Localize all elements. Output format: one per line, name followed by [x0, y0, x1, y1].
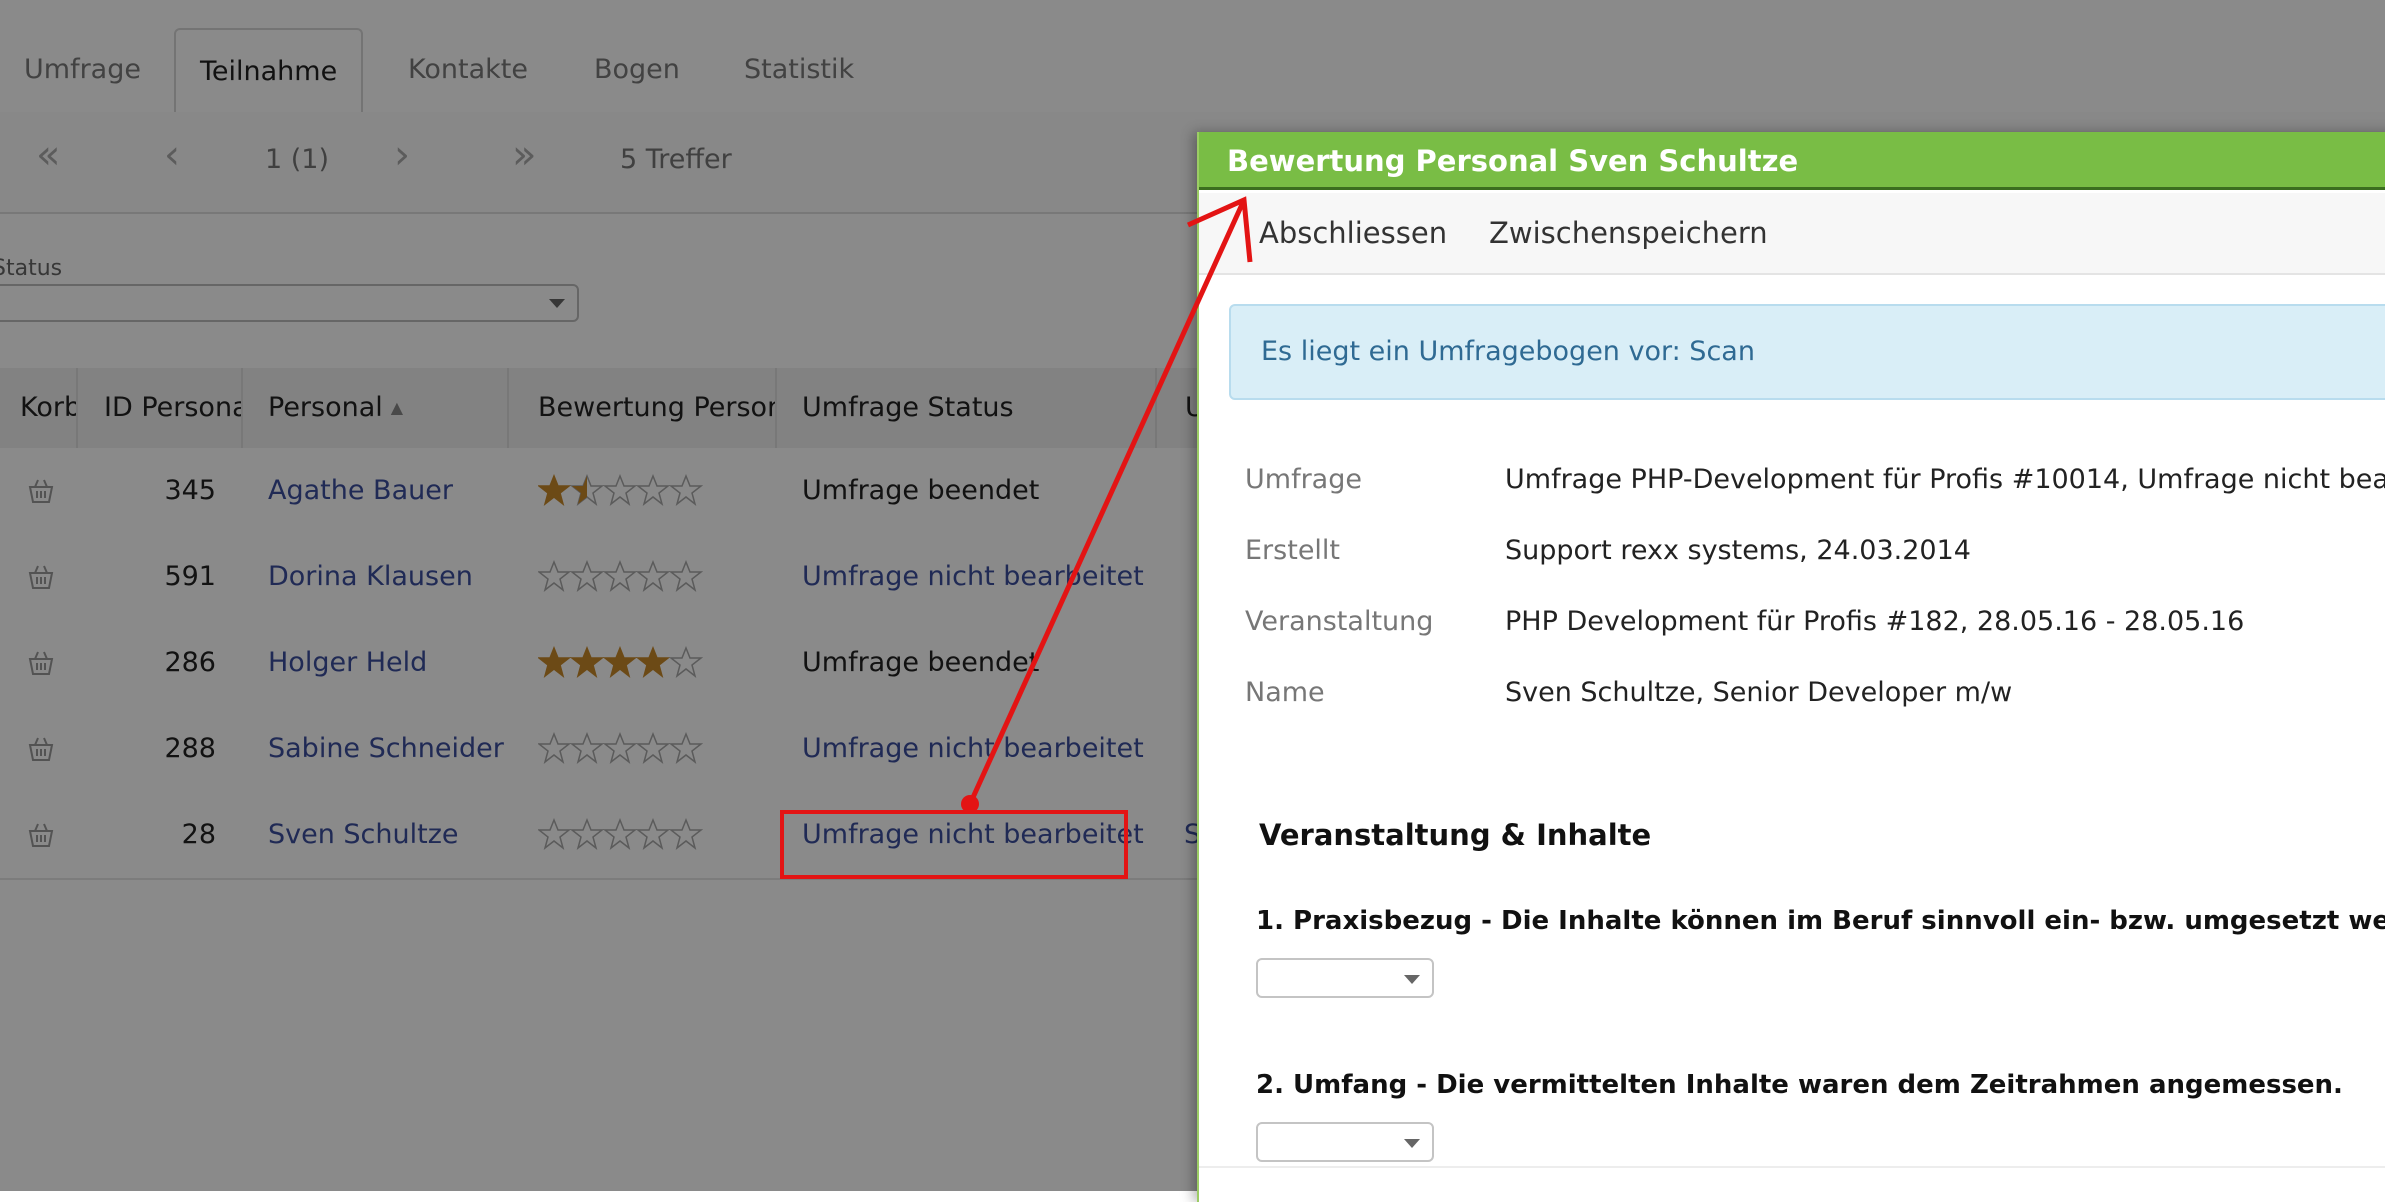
- field-value-erstellt: Support rexx systems, 24.03.2014: [1505, 535, 1971, 566]
- caret-down-icon: [1404, 975, 1420, 984]
- question-2-select[interactable]: [1256, 1122, 1434, 1162]
- field-value-veranstaltung: PHP Development für Profis #182, 28.05.1…: [1505, 606, 2245, 637]
- annotation-highlight-box: [780, 810, 1128, 879]
- question-1-select[interactable]: [1256, 958, 1434, 998]
- question-2-text: 2. Umfang - Die vermittelten Inhalte war…: [1256, 1070, 2343, 1100]
- dialog-toolbar: Abschliessen Zwischenspeichern: [1199, 193, 2385, 275]
- field-value-umfrage: Umfrage PHP-Development für Profis #1001…: [1505, 464, 2385, 495]
- divider: [1199, 1166, 2385, 1168]
- info-box: Es liegt ein Umfragebogen vor: Scan: [1229, 304, 2385, 400]
- rating-dialog: Bewertung Personal Sven Schultze Abschli…: [1197, 132, 2385, 1202]
- finish-button[interactable]: Abschliessen: [1259, 193, 1447, 273]
- field-value-name: Sven Schultze, Senior Developer m/w: [1505, 677, 2013, 708]
- field-label-name: Name: [1245, 677, 1325, 708]
- field-label-umfrage: Umfrage: [1245, 464, 1362, 495]
- section-title: Veranstaltung & Inhalte: [1259, 818, 1652, 852]
- dialog-title: Bewertung Personal Sven Schultze: [1199, 132, 2385, 190]
- field-label-erstellt: Erstellt: [1245, 535, 1341, 566]
- save-draft-button[interactable]: Zwischenspeichern: [1489, 193, 1768, 273]
- question-1-text: 1. Praxisbezug - Die Inhalte können im B…: [1256, 906, 2385, 936]
- caret-down-icon: [1404, 1139, 1420, 1148]
- field-label-veranstaltung: Veranstaltung: [1245, 606, 1434, 637]
